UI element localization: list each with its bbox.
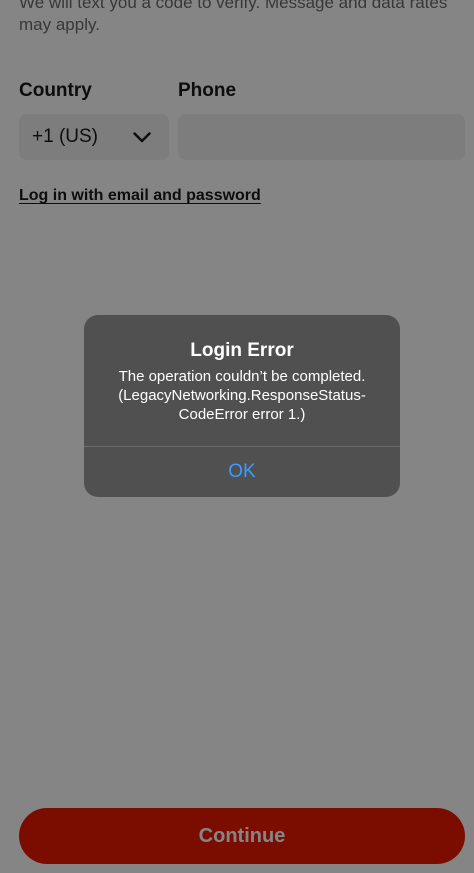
- alert-title: Login Error: [190, 340, 294, 361]
- login-error-alert: Login Error The operation couldn’t be co…: [84, 315, 400, 497]
- alert-message: The operation couldn’t be completed. (Le…: [118, 368, 366, 423]
- alert-ok-button[interactable]: OK: [84, 447, 400, 497]
